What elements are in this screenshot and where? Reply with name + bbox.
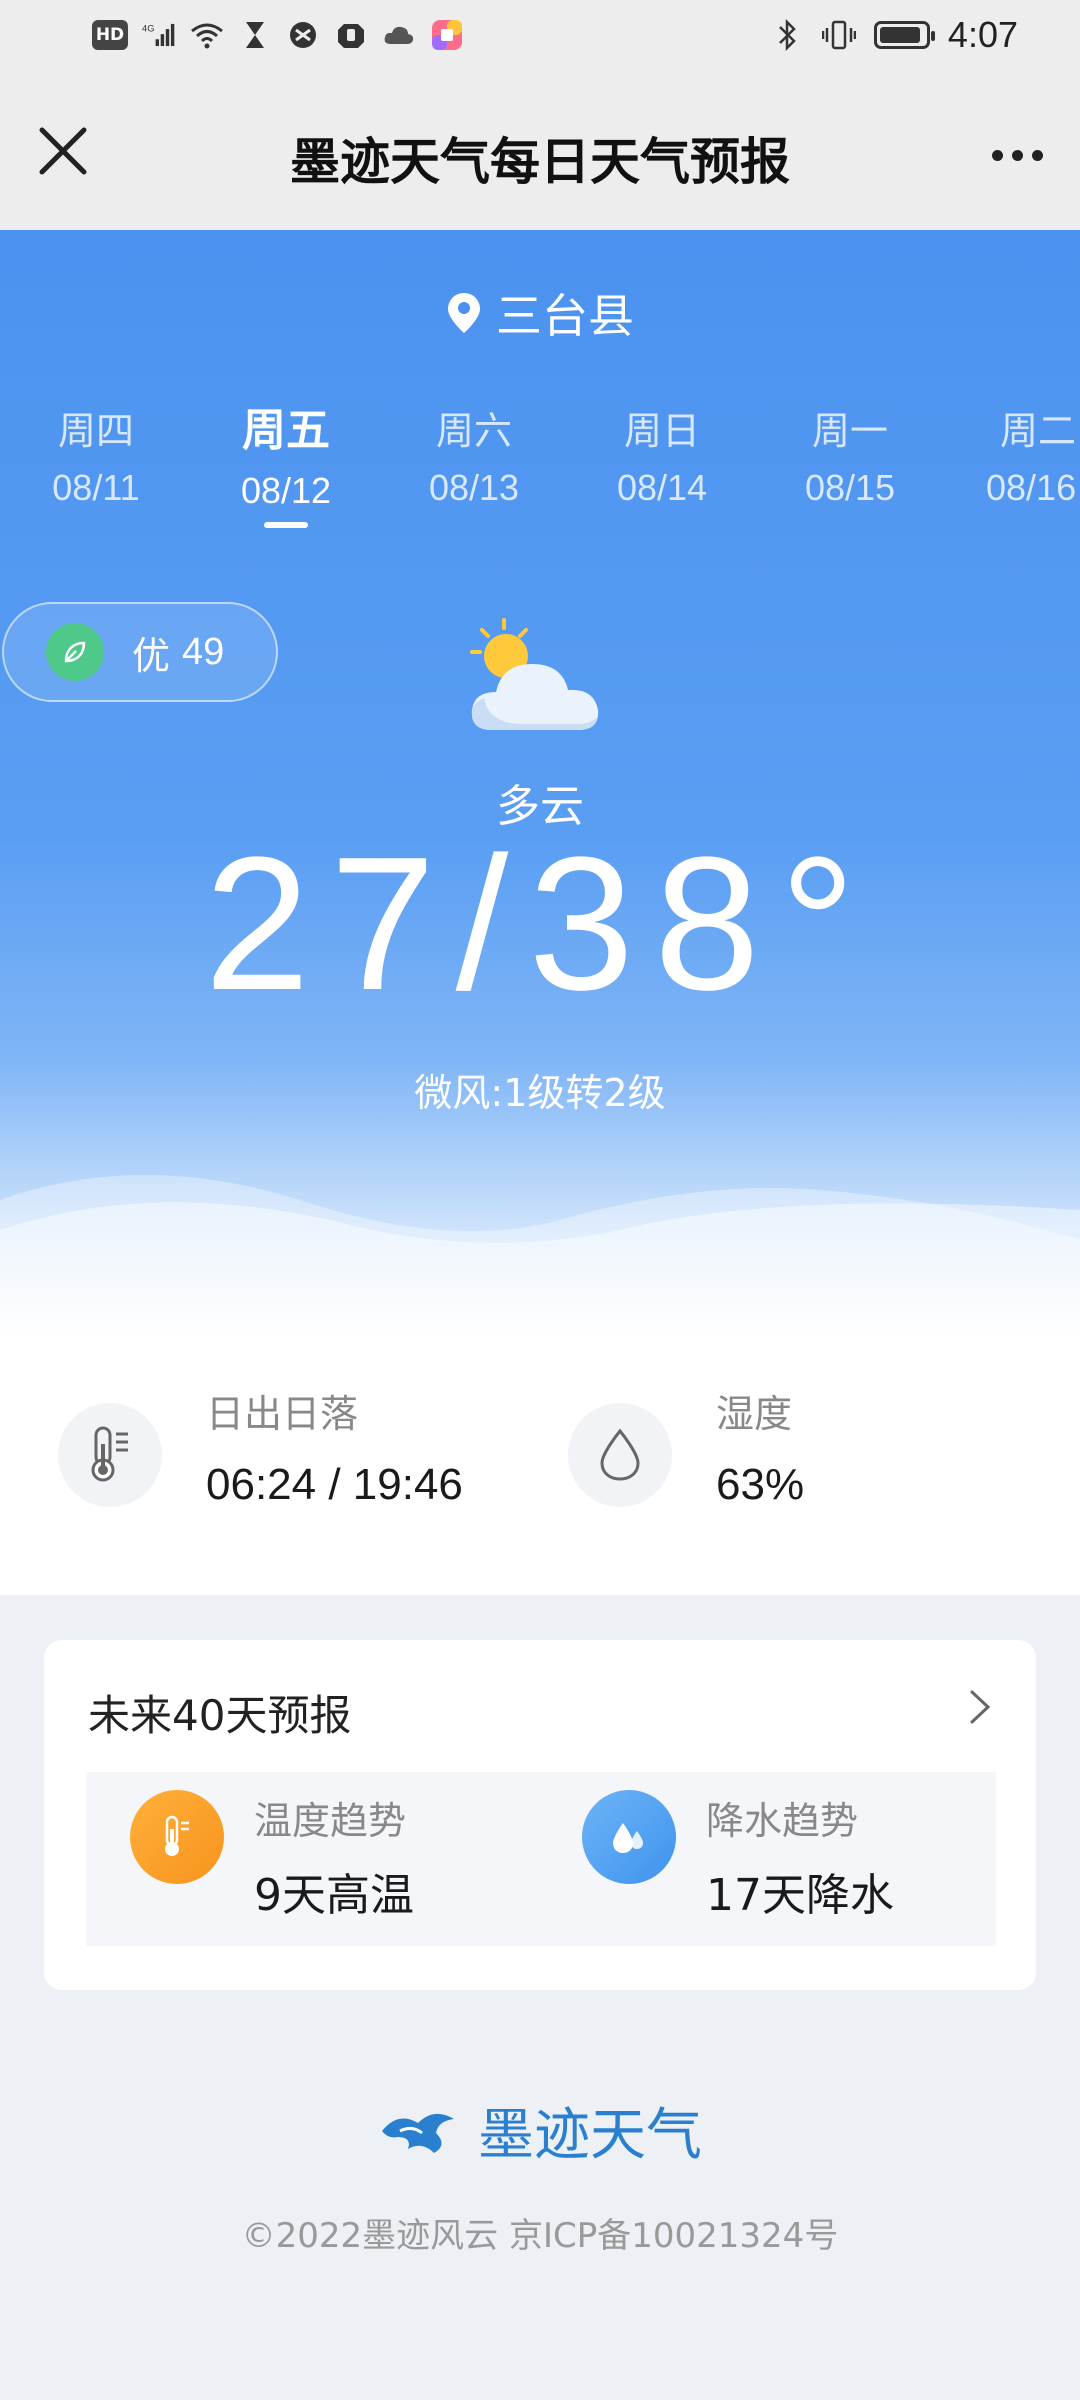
day-date: 08/13 [428,467,520,508]
temp-trend-value: 9天高温 [254,1870,414,1921]
wave-decoration [0,1175,1080,1335]
nav-header: 墨迹天气每日天气预报 [0,78,1080,230]
rain-drops-icon [582,1790,676,1884]
location-name: 三台县 [496,289,634,343]
temperature-range: 27/38° [204,818,876,1030]
info-row: 日出日落 06:24 / 19:46 湿度 63% [0,1335,1080,1595]
aqi-badge[interactable]: 优 49 [2,602,278,702]
cloud-icon [382,18,416,52]
temperature-trend[interactable]: 温度趋势 9天高温 [130,1790,414,1923]
humidity-value: 63% [716,1460,805,1509]
card-title: 未来40天预报 [88,1691,352,1740]
clock: 4:07 [947,14,1018,55]
wifi-icon [190,18,224,52]
aqi-value: 49 [182,630,225,673]
colorful-app-icon [430,18,464,52]
hd-icon: HD [92,20,128,50]
status-icons-right: 4:07 [770,14,1018,56]
day-weekday: 周六 [435,409,512,453]
more-dot [1011,149,1023,161]
day-weekday: 周四 [57,409,134,453]
day-tabs: 周四 08/11 周五 08/12 周六 08/13 周日 08/14 周一 0… [0,400,1080,530]
hourglass-icon [238,18,272,52]
day-weekday: 周一 [811,409,888,453]
day-date: 08/11 [52,467,140,508]
moji-logo-icon [382,2113,454,2153]
day-date: 08/16 [986,467,1077,508]
wind-info: 微风:1级转2级 [414,1071,666,1115]
day-tab[interactable]: 周日 08/14 [582,400,742,509]
bluetooth-icon [770,18,804,52]
sun-label: 日出日落 [206,1392,359,1436]
more-dot [991,149,1003,161]
day-weekday: 周二 [1000,409,1077,453]
copyright: ©2022墨迹风云 京ICP备10021324号 [241,2216,839,2256]
page-title: 墨迹天气每日天气预报 [290,133,790,191]
day-tab[interactable]: 周六 08/13 [394,400,554,509]
leaf-icon [46,623,104,681]
thermometer-icon [58,1403,162,1507]
aqi-label: 优 [132,633,171,678]
forecast-40-card[interactable]: 未来40天预报 温度趋势 9天高温 降水趋势 17天降水 [44,1640,1036,1990]
more-dot [1031,149,1043,161]
day-tab[interactable]: 周四 08/11 [16,400,176,509]
weather-hero: 三台县 周四 08/11 周五 08/12 周六 08/13 周日 08/14 … [0,230,1080,1335]
active-day-indicator [264,522,308,528]
brand-logo: 墨迹天气 [0,2090,1080,2171]
day-date: 08/14 [616,467,708,508]
day-date: 08/15 [804,467,896,508]
water-drop-icon [568,1403,672,1507]
thermometer-icon [130,1790,224,1884]
day-weekday: 周五 [242,405,330,456]
day-tab[interactable]: 周一 08/15 [770,400,930,509]
more-options-button[interactable] [982,130,1052,180]
day-date: 08/12 [240,470,332,511]
sun-value: 06:24 / 19:46 [206,1460,463,1509]
status-bar: HD 4G 4:07 [0,0,1080,78]
humidity-label: 湿度 [716,1392,793,1436]
partly-cloudy-icon [462,612,612,742]
rain-trend-label: 降水趋势 [706,1799,859,1843]
signal-icon: 4G [142,18,176,52]
chevron-right-icon[interactable] [960,1682,1000,1732]
temp-trend-label: 温度趋势 [254,1799,407,1843]
day-tab[interactable]: 周二 08/16 [958,400,1080,509]
status-icons-left: HD 4G [92,18,464,52]
battery-icon [873,21,935,49]
location-pin-icon [448,293,480,333]
hand-icon [334,18,368,52]
vibrate-icon [821,18,856,52]
rain-trend[interactable]: 降水趋势 17天降水 [582,1790,894,1923]
day-tab-active[interactable]: 周五 08/12 [206,400,366,512]
location[interactable]: 三台县 [0,280,1080,346]
sunrise-sunset: 日出日落 06:24 / 19:46 [58,1383,463,1510]
app-icon [286,18,320,52]
rain-trend-value: 17天降水 [706,1870,894,1921]
humidity: 湿度 63% [568,1383,804,1510]
day-weekday: 周日 [623,409,700,453]
network-type: 4G [142,24,154,34]
brand-name: 墨迹天气 [478,2103,702,2168]
trend-panel: 温度趋势 9天高温 降水趋势 17天降水 [86,1772,996,1946]
